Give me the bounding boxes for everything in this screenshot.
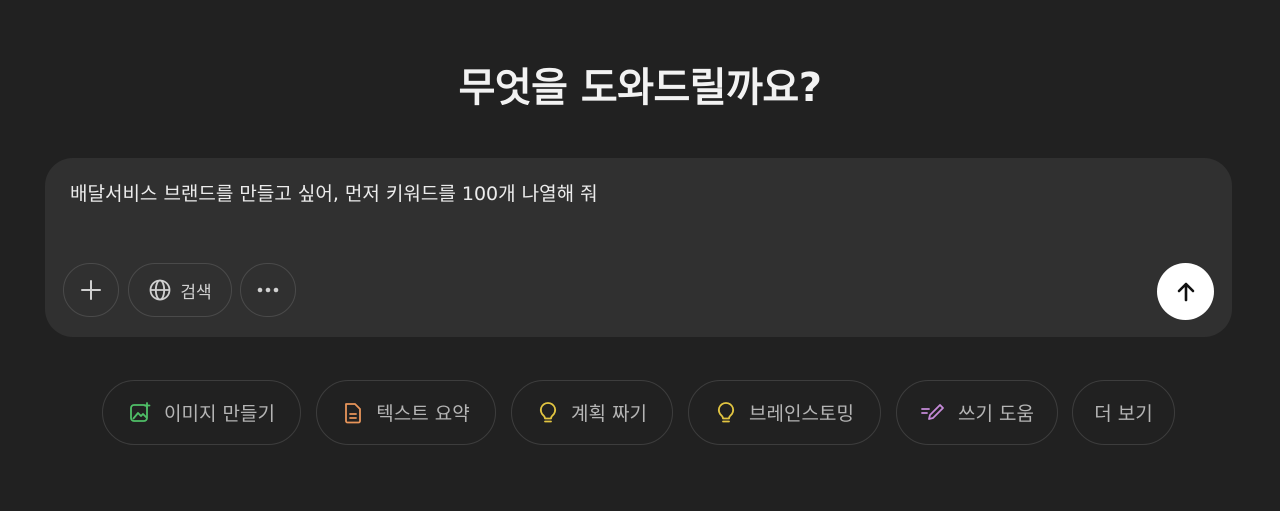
suggestion-label: 이미지 만들기	[164, 403, 275, 425]
plus-icon	[81, 280, 101, 300]
suggestion-help-write[interactable]: 쓰기 도움	[896, 380, 1058, 445]
search-button-label: 검색	[180, 282, 212, 303]
image-icon	[130, 401, 151, 422]
globe-icon	[149, 279, 171, 301]
suggestion-label: 더 보기	[1094, 403, 1153, 425]
lightbulb-icon	[539, 401, 557, 422]
add-attachment-button[interactable]	[63, 263, 119, 317]
composer: 배달서비스 브랜드를 만들고 싶어, 먼저 키워드를 100개 나열해 줘 검색	[45, 158, 1232, 337]
suggestion-label: 브레인스토밍	[749, 403, 854, 425]
suggestion-brainstorm[interactable]: 브레인스토밍	[688, 380, 881, 445]
lightbulb-icon	[717, 401, 735, 422]
document-icon	[345, 402, 362, 423]
suggestion-label: 계획 짜기	[571, 403, 647, 425]
ellipsis-icon	[257, 287, 279, 293]
page-title: 무엇을 도와드릴까요?	[458, 65, 822, 111]
suggestion-label: 쓰기 도움	[958, 403, 1034, 425]
arrow-up-icon	[1177, 282, 1194, 301]
suggestion-make-plan[interactable]: 계획 짜기	[511, 380, 673, 445]
more-tools-button[interactable]	[240, 263, 296, 317]
pen-icon	[921, 403, 944, 420]
send-button[interactable]	[1157, 263, 1214, 320]
prompt-input[interactable]: 배달서비스 브랜드를 만들고 싶어, 먼저 키워드를 100개 나열해 줘	[70, 180, 1190, 208]
suggestion-more[interactable]: 더 보기	[1072, 380, 1175, 445]
search-button[interactable]: 검색	[128, 263, 232, 317]
suggestion-label: 텍스트 요약	[376, 403, 470, 425]
suggestion-create-image[interactable]: 이미지 만들기	[102, 380, 301, 445]
suggestion-summarize-text[interactable]: 텍스트 요약	[316, 380, 496, 445]
